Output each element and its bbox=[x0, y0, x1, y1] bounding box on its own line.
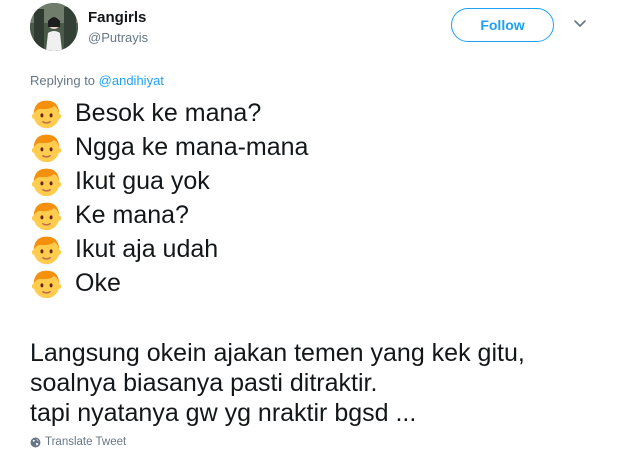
conversation-line: Ikut aja udah bbox=[30, 232, 308, 266]
boy-emoji-icon bbox=[31, 168, 62, 196]
replying-to-label: Replying to bbox=[30, 73, 96, 88]
translate-tweet-button[interactable]: Translate Tweet bbox=[30, 436, 126, 448]
globe-icon bbox=[30, 437, 41, 447]
avatar[interactable] bbox=[30, 3, 78, 51]
translate-label: Translate Tweet bbox=[45, 436, 127, 448]
conversation-line: Ke mana? bbox=[30, 198, 308, 232]
conversation-line: Ngga ke mana-mana bbox=[30, 130, 308, 164]
conversation-line: Besok ke mana? bbox=[30, 96, 308, 130]
boy-emoji-icon bbox=[31, 134, 62, 162]
follow-button[interactable]: Follow bbox=[451, 8, 554, 42]
replying-to-link[interactable]: @andihiyat bbox=[99, 73, 164, 88]
tweet-body: Langsung okein ajakan temen yang kek git… bbox=[30, 338, 525, 428]
conversation-text: Ikut gua yok bbox=[75, 166, 210, 195]
boy-emoji-icon bbox=[31, 270, 62, 298]
conversation-text: Ngga ke mana-mana bbox=[75, 132, 309, 161]
conversation-line: Ikut gua yok bbox=[30, 164, 308, 198]
boy-emoji-icon bbox=[31, 202, 62, 230]
tweet-body-line: Langsung okein ajakan temen yang kek git… bbox=[30, 339, 525, 367]
author-handle[interactable]: @Putrayis bbox=[88, 30, 148, 45]
author-name[interactable]: Fangirls bbox=[88, 9, 146, 26]
tweet-body-line: tapi nyatanya gw yg nraktir bgsd ... bbox=[30, 399, 417, 427]
chevron-down-icon[interactable] bbox=[573, 19, 587, 29]
conversation-text: Ke mana? bbox=[75, 200, 189, 229]
conversation-list: Besok ke mana? Ngga ke mana-mana Ikut gua … bbox=[30, 96, 308, 300]
conversation-text: Besok ke mana? bbox=[75, 98, 262, 127]
avatar-photo bbox=[30, 3, 78, 51]
conversation-line: Oke bbox=[30, 266, 308, 300]
boy-emoji-icon bbox=[31, 100, 62, 128]
conversation-text: Ikut aja udah bbox=[75, 234, 219, 263]
conversation-text: Oke bbox=[75, 268, 121, 297]
replying-to: Replying to @andihiyat bbox=[30, 73, 164, 88]
tweet-body-line: soalnya biasanya pasti ditraktir. bbox=[30, 369, 378, 397]
boy-emoji-icon bbox=[31, 236, 62, 264]
